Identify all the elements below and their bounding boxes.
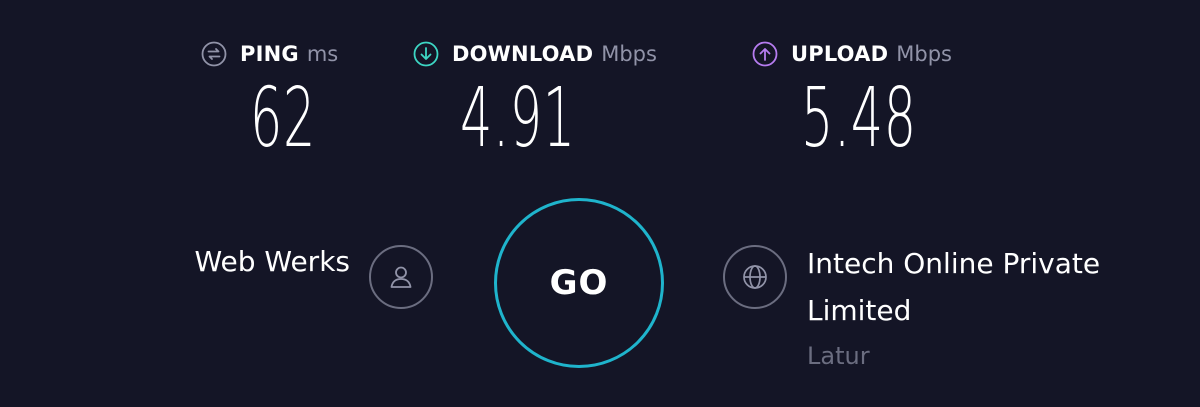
upload-value: 5.48 (801, 71, 917, 166)
go-button-label: GO (549, 263, 609, 303)
go-button[interactable]: GO (494, 198, 664, 368)
download-unit: Mbps (601, 42, 657, 66)
ping-metric: PING ms 62 (200, 38, 338, 160)
globe-icon[interactable] (723, 245, 787, 309)
ping-unit: ms (306, 42, 339, 66)
download-arrow-icon (412, 40, 440, 68)
download-label: DOWNLOAD (452, 42, 594, 66)
download-header: DOWNLOAD Mbps (412, 38, 657, 70)
ping-header: PING ms (200, 38, 338, 70)
isp-name[interactable]: Intech Online Private Limited (807, 240, 1187, 334)
isp-location: Latur (807, 342, 870, 370)
upload-label: UPLOAD (791, 42, 889, 66)
user-icon[interactable] (369, 245, 433, 309)
upload-header: UPLOAD Mbps (751, 38, 952, 70)
server-host-name[interactable]: Web Werks (0, 242, 350, 282)
upload-metric: UPLOAD Mbps 5.48 (751, 38, 952, 160)
ping-value: 62 (250, 71, 316, 166)
isp-info: Intech Online Private Limited Latur (807, 240, 1187, 376)
upload-unit: Mbps (896, 42, 952, 66)
upload-arrow-icon (751, 40, 779, 68)
download-metric: DOWNLOAD Mbps 4.91 (412, 38, 657, 160)
download-value: 4.91 (460, 71, 576, 166)
ping-label: PING (240, 42, 299, 66)
ping-icon (200, 40, 228, 68)
